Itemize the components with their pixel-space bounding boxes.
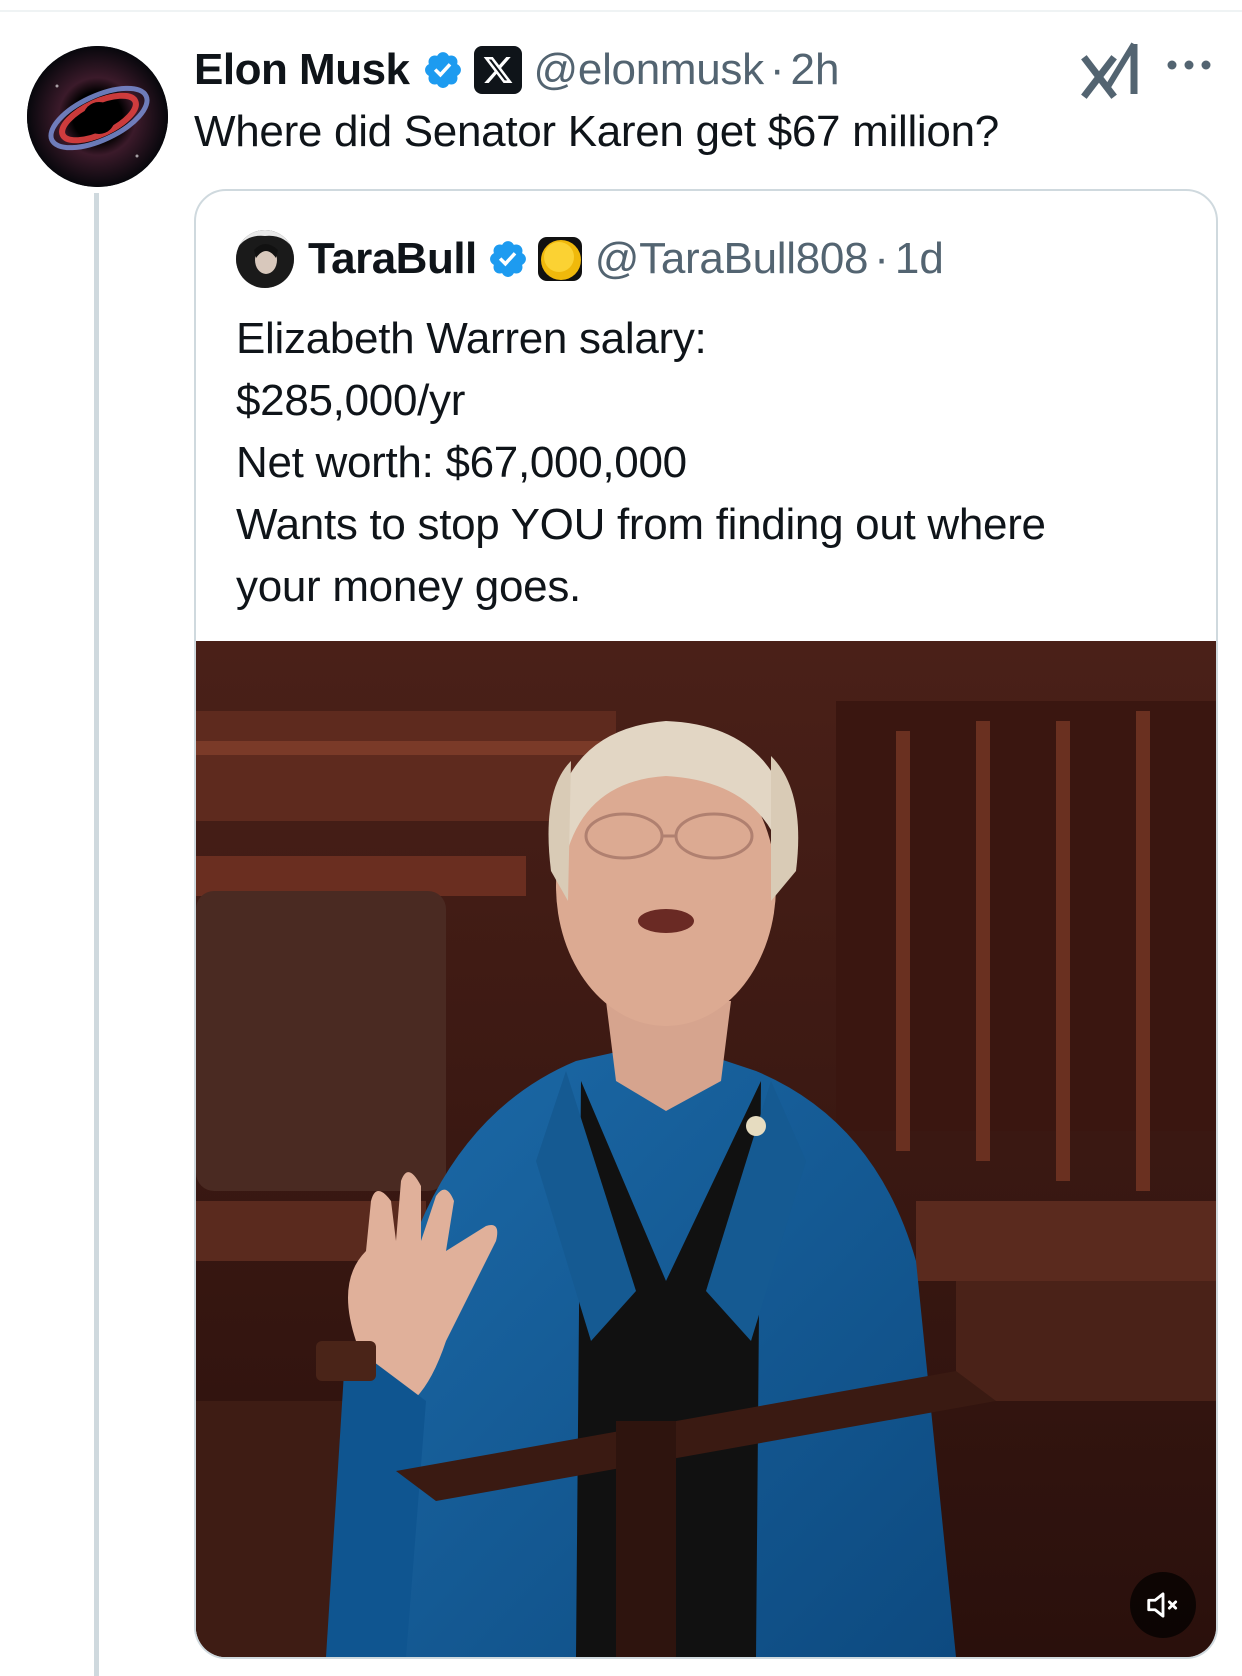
- x-logo-badge-icon[interactable]: [473, 46, 522, 94]
- quoted-text-line: $285,000/yr: [236, 376, 466, 425]
- quoted-text-line: Net worth: $67,000,000: [236, 438, 687, 487]
- muted-speaker-icon: [1144, 1586, 1182, 1624]
- separator-dot: ·: [874, 234, 889, 283]
- verified-badge-icon: [487, 238, 529, 280]
- author-name[interactable]: Elon Musk: [194, 45, 410, 95]
- video-thumbnail[interactable]: [196, 641, 1216, 1657]
- top-divider: [0, 0, 1242, 12]
- quoted-text-line: Elizabeth Warren salary:: [236, 314, 707, 363]
- quoted-post-card[interactable]: TaraBull @TaraBull808 · 1d Elizabeth War…: [194, 189, 1218, 1659]
- separator-dot: ·: [769, 45, 785, 94]
- more-options-icon[interactable]: [1164, 55, 1214, 75]
- author-handle[interactable]: @elonmusk: [534, 45, 765, 95]
- coin-emoji-icon: [537, 236, 583, 282]
- verified-badge-icon[interactable]: [422, 49, 464, 91]
- quoted-post-timestamp: 1d: [894, 234, 944, 283]
- grok-icon[interactable]: [1080, 36, 1142, 100]
- quoted-text-line: Wants to stop YOU from finding out where: [236, 500, 1046, 549]
- quoted-author-handle: @TaraBull808: [594, 234, 869, 283]
- quoted-post-text: Elizabeth Warren salary: $285,000/yr Net…: [236, 308, 1186, 618]
- author-avatar[interactable]: [27, 46, 168, 187]
- quoted-author-avatar: [236, 230, 294, 288]
- thread-connector-line: [94, 193, 99, 1676]
- post-text: Where did Senator Karen get $67 million?: [194, 107, 999, 156]
- mute-toggle-button[interactable]: [1130, 1572, 1196, 1638]
- post-header: Elon Musk @elonmusk · 2h: [194, 40, 839, 100]
- post-timestamp[interactable]: 2h: [790, 45, 839, 95]
- quoted-post-header: TaraBull @TaraBull808 · 1d: [236, 230, 944, 288]
- quoted-author-name: TaraBull: [308, 234, 477, 283]
- quoted-text-line: your money goes.: [236, 562, 581, 611]
